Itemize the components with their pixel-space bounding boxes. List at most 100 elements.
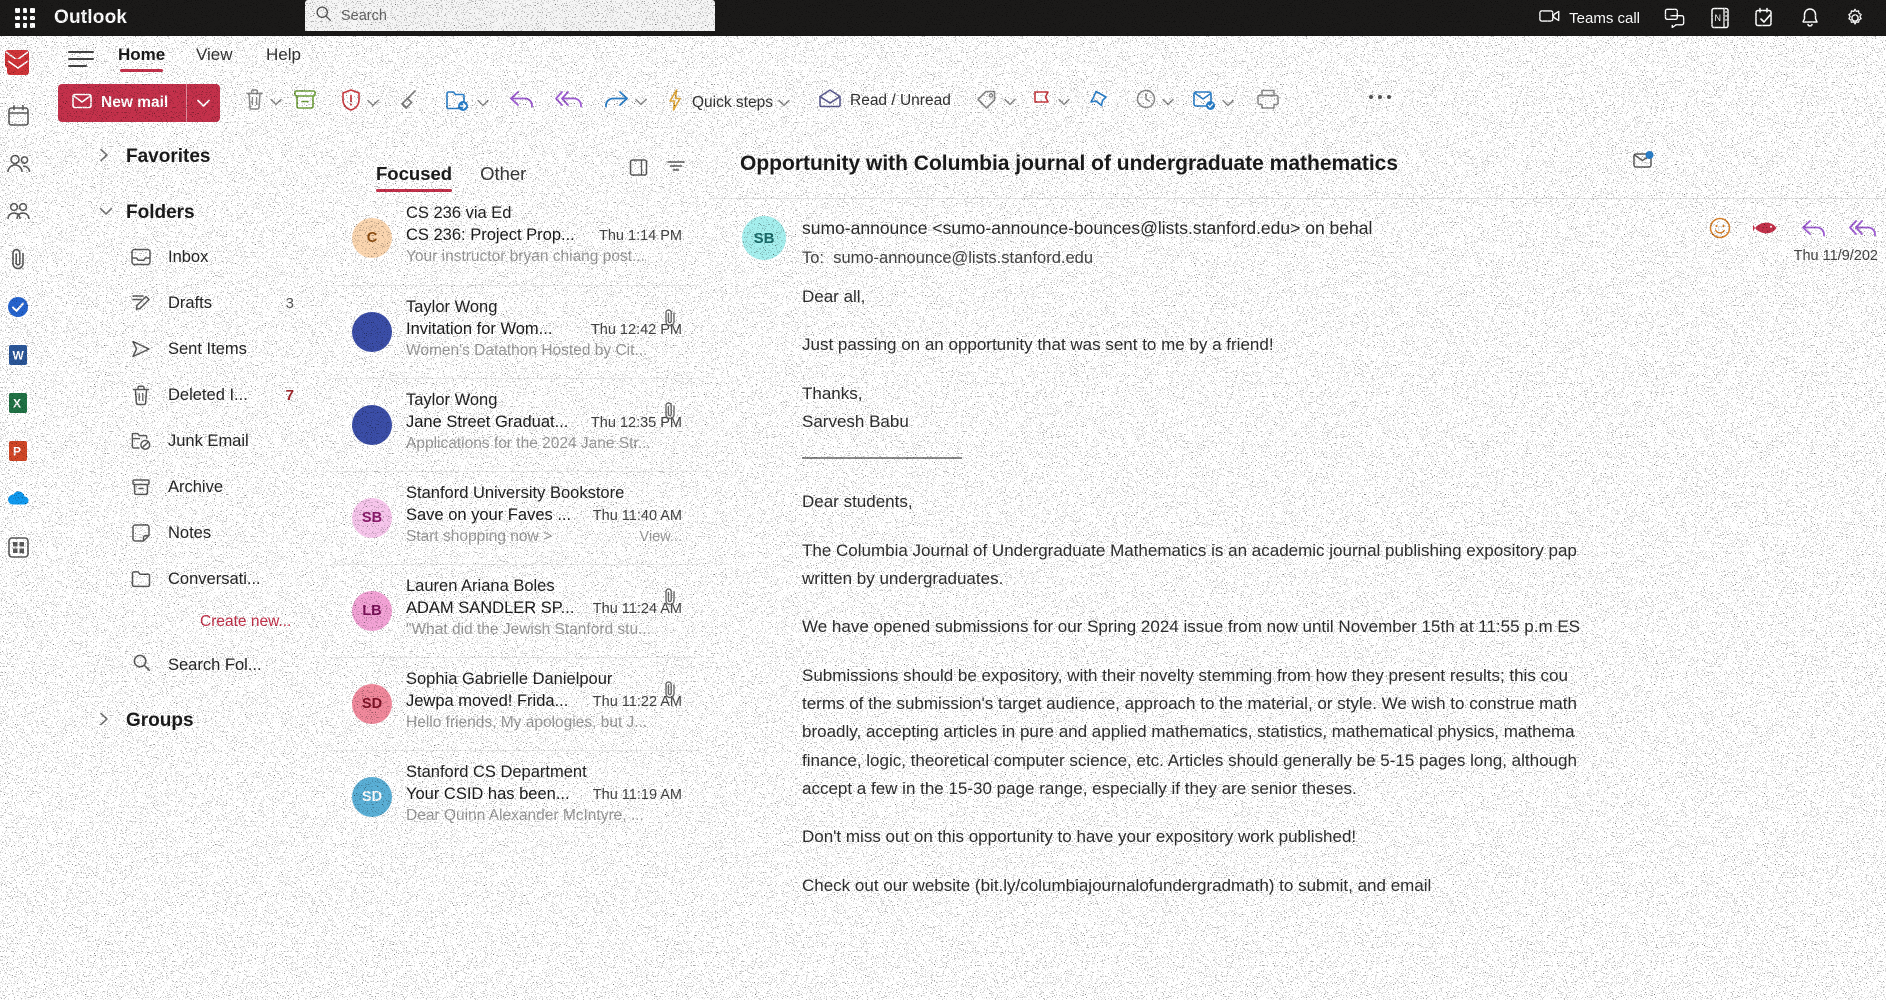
message-list-pivots: Focused Other <box>330 136 700 192</box>
search-icon <box>132 653 151 677</box>
tab-home[interactable]: Home <box>118 45 165 72</box>
avatar: SD <box>352 777 392 817</box>
rail-files-paperclip-icon[interactable] <box>5 246 31 272</box>
reply-arrow-icon[interactable] <box>1800 217 1828 244</box>
reading-pane-icon[interactable] <box>629 158 648 182</box>
tab-view[interactable]: View <box>196 45 233 69</box>
search-box[interactable] <box>305 0 715 31</box>
pin-button[interactable] <box>1087 88 1111 115</box>
quick-steps-button[interactable]: Quick steps <box>666 88 790 117</box>
gear-icon[interactable] <box>1832 0 1878 36</box>
chevron-down-icon[interactable] <box>477 94 489 112</box>
message-list-item[interactable]: SD Sophia Gabrielle Danielpour Jewpa mov… <box>330 657 700 750</box>
move-to-button[interactable] <box>444 88 489 117</box>
favorites-label: Favorites <box>126 146 211 167</box>
chevron-right-icon[interactable] <box>98 711 110 732</box>
rail-mail-icon[interactable] <box>5 54 31 80</box>
chevron-down-icon[interactable] <box>98 204 114 222</box>
sweep-button[interactable] <box>396 88 420 117</box>
message-list-item[interactable]: SD Stanford CS Department Your CSID has … <box>330 750 700 843</box>
bell-icon[interactable] <box>1788 0 1832 36</box>
reply-all-arrow-icon[interactable] <box>1848 217 1880 244</box>
chevron-down-icon[interactable] <box>778 94 790 112</box>
sidebar-item-conversation-history[interactable]: Conversati... <box>40 556 330 602</box>
message-list-actions <box>629 158 686 182</box>
message-time: Thu 11:19 AM <box>592 787 682 803</box>
sidebar-item-search-folders[interactable]: Search Fol... <box>40 642 330 688</box>
chevron-down-icon[interactable] <box>1004 93 1016 111</box>
chat-icon[interactable] <box>1652 0 1698 36</box>
rail-excel-icon[interactable]: X <box>5 390 31 416</box>
tab-help[interactable]: Help <box>266 45 301 69</box>
sidebar-item-junk-email[interactable]: Junk Email <box>40 418 330 464</box>
chevron-right-icon[interactable] <box>98 147 110 168</box>
forward-button[interactable] <box>602 88 647 115</box>
message-list-item[interactable]: C CS 236 via Ed CS 236: Project Prop... … <box>330 192 700 285</box>
rail-groups-icon[interactable] <box>5 198 31 224</box>
more-options-button[interactable] <box>1368 88 1392 106</box>
body-paragraph: Thanks, <box>802 383 863 403</box>
chevron-down-icon[interactable] <box>1222 94 1234 112</box>
chevron-down-icon[interactable] <box>270 93 282 111</box>
sidebar-item-inbox[interactable]: Inbox <box>40 234 330 280</box>
hamburger-icon[interactable] <box>68 46 94 70</box>
search-input[interactable] <box>341 7 705 24</box>
rules-button[interactable] <box>1191 88 1234 117</box>
message-list-item[interactable]: Taylor Wong Jane Street Graduat... Thu 1… <box>330 378 700 471</box>
flag-button[interactable] <box>1031 88 1070 115</box>
delete-button[interactable] <box>244 88 282 116</box>
onenote-icon[interactable]: N <box>1698 0 1742 36</box>
chevron-down-icon[interactable] <box>367 94 379 112</box>
print-button[interactable] <box>1256 88 1280 115</box>
teams-call-button[interactable]: Teams call <box>1527 0 1652 36</box>
to-do-icon[interactable] <box>1742 0 1788 36</box>
sidebar-item-sent-items[interactable]: Sent Items <box>40 326 330 372</box>
sidebar-item-drafts[interactable]: Drafts 3 <box>40 280 330 326</box>
folders-section-header[interactable]: Folders <box>40 192 330 234</box>
new-mail-button[interactable]: New mail <box>58 84 220 122</box>
body-paragraph: written by undergraduates. <box>802 569 1004 589</box>
create-new-folder-link[interactable]: Create new... <box>40 602 330 642</box>
reply-all-button[interactable] <box>554 88 586 115</box>
favorites-section-header[interactable]: Favorites <box>40 136 330 178</box>
new-mail-main[interactable]: New mail <box>58 93 186 114</box>
rail-people-icon[interactable] <box>5 150 31 176</box>
rail-todo-check-icon[interactable] <box>5 294 31 320</box>
rail-calendar-icon[interactable] <box>5 102 31 128</box>
categorize-button[interactable] <box>975 88 1016 115</box>
pivot-focused[interactable]: Focused <box>376 163 453 192</box>
rail-onedrive-icon[interactable] <box>5 486 31 512</box>
to-label: To: <box>802 249 825 267</box>
message-list-item[interactable]: Taylor Wong Invitation for Wom... Thu 12… <box>330 285 700 378</box>
rail-apps-icon[interactable] <box>5 534 31 560</box>
app-launcher-icon[interactable] <box>10 3 40 33</box>
sidebar-item-notes[interactable]: Notes <box>40 510 330 556</box>
message-date: Thu 11/9/202 <box>1793 248 1878 264</box>
chevron-down-icon[interactable] <box>1162 93 1174 111</box>
reply-button[interactable] <box>508 88 536 115</box>
message-sender: Lauren Ariana Boles <box>406 577 555 595</box>
chevron-down-icon[interactable] <box>186 84 220 122</box>
groups-section-header[interactable]: Groups <box>40 700 330 742</box>
message-sender: Stanford CS Department <box>406 763 587 781</box>
message-list-item[interactable]: SB Stanford University Bookstore Save on… <box>330 471 700 564</box>
sidebar-item-deleted-items[interactable]: Deleted I... 7 <box>40 372 330 418</box>
sidebar-item-archive[interactable]: Archive <box>40 464 330 510</box>
rail-powerpoint-icon[interactable]: P <box>5 438 31 464</box>
pivot-other[interactable]: Other <box>480 163 526 192</box>
report-junk-button[interactable] <box>340 88 379 117</box>
fish-icon[interactable] <box>1752 219 1780 242</box>
read-unread-button[interactable]: Read / Unread <box>818 88 951 113</box>
rail-word-icon[interactable]: W <box>5 342 31 368</box>
snooze-button[interactable] <box>1135 88 1174 115</box>
archive-button[interactable] <box>292 88 318 117</box>
smiley-icon[interactable] <box>1708 216 1732 245</box>
chevron-down-icon[interactable] <box>1058 93 1070 111</box>
filter-icon[interactable] <box>666 158 686 182</box>
sender-address: sumo-announce <sumo-announce-bounces@lis… <box>802 218 1373 238</box>
chevron-down-icon[interactable] <box>635 93 647 111</box>
body-paragraph: Dear students, <box>802 492 913 512</box>
mark-unread-icon[interactable] <box>1632 150 1654 177</box>
message-list-item[interactable]: LB Lauren Ariana Boles ADAM SANDLER SP..… <box>330 564 700 657</box>
message-subject: Jewpa moved! Frida... <box>406 692 569 710</box>
